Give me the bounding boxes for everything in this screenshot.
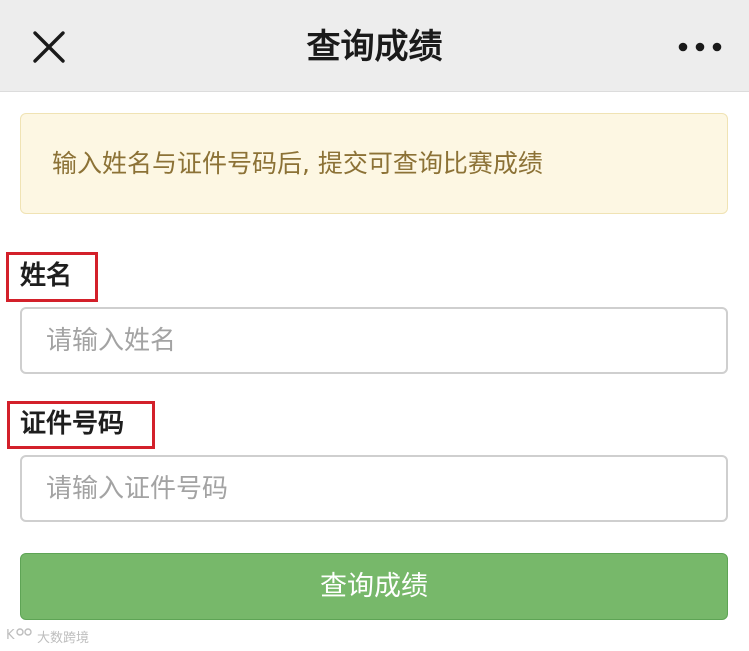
notice-banner: 输入姓名与证件号码后, 提交可查询比赛成绩 — [20, 113, 728, 214]
notice-text: 输入姓名与证件号码后, 提交可查询比赛成绩 — [52, 149, 543, 178]
svg-text:K: K — [6, 628, 15, 642]
id-label: 证件号码 — [20, 409, 125, 439]
name-input[interactable] — [20, 307, 728, 374]
navbar: 查询成绩 — [0, 0, 749, 92]
watermark-logo-icon: K — [6, 626, 34, 646]
watermark: K 大数跨境 — [6, 626, 89, 646]
more-horizontal-icon[interactable] — [676, 36, 724, 58]
query-score-button[interactable]: 查询成绩 — [20, 553, 728, 620]
page: 查询成绩 输入姓名与证件号码后, 提交可查询比赛成绩 姓名 证件号码 查询成绩 … — [0, 0, 749, 651]
id-number-input[interactable] — [20, 455, 728, 522]
name-label: 姓名 — [20, 261, 73, 291]
watermark-text: 大数跨境 — [37, 630, 90, 646]
page-title: 查询成绩 — [306, 27, 443, 67]
